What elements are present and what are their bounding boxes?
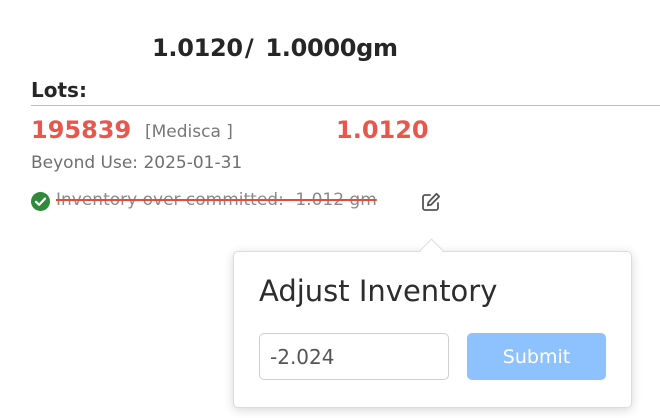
required-quantity: 1.0000gm <box>265 34 398 62</box>
lot-number: 195839 <box>31 116 132 144</box>
check-circle-icon <box>31 192 50 211</box>
lot-quantity: 1.0120 <box>336 116 429 144</box>
lots-heading: Lots: <box>31 78 87 102</box>
lots-divider <box>31 105 660 106</box>
submit-button[interactable]: Submit <box>467 333 606 380</box>
beyond-use-date: Beyond Use: 2025-01-31 <box>31 153 243 173</box>
adjust-inventory-popover: Adjust Inventory Submit <box>233 251 632 408</box>
lot-vendor: [Medisca ] <box>145 122 233 142</box>
quantity-summary: 1.0120/ 1.0000gm <box>152 34 398 62</box>
quantity-separator: / <box>244 34 254 62</box>
overcommit-status-text: Inventory over committed: -1.012 gm <box>56 190 377 210</box>
committed-quantity: 1.0120 <box>152 34 243 62</box>
inventory-page: 1.0120/ 1.0000gm Lots: 195839 [Medisca ]… <box>0 0 660 418</box>
adjust-quantity-input[interactable] <box>259 333 449 380</box>
edit-icon[interactable] <box>420 191 442 213</box>
popover-title: Adjust Inventory <box>259 274 498 308</box>
